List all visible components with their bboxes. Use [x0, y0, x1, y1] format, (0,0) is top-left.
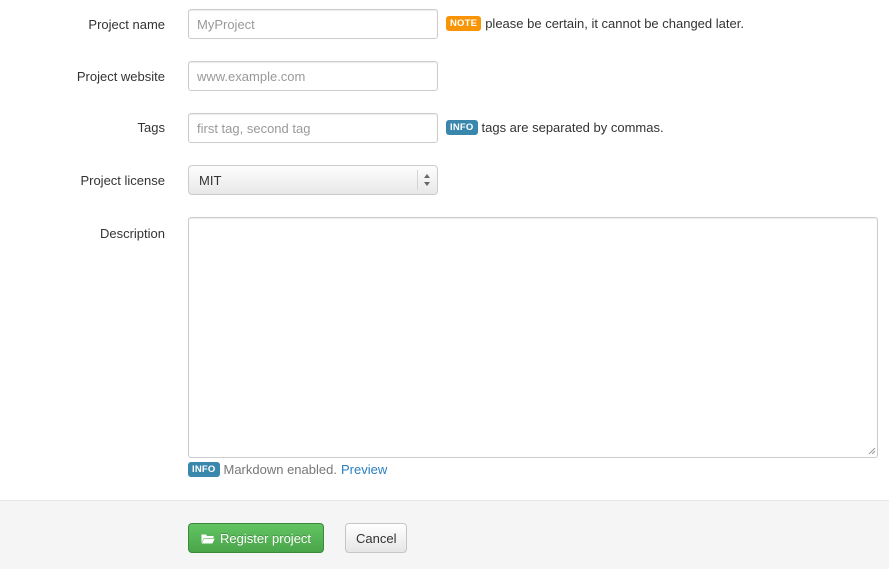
- cancel-button[interactable]: Cancel: [345, 523, 408, 553]
- description-label: Description: [99, 226, 165, 241]
- tags-label: Tags: [137, 120, 165, 135]
- form-actions: Register project Cancel: [0, 500, 889, 569]
- folder-open-icon: [201, 534, 215, 543]
- project-website-input[interactable]: [188, 61, 438, 91]
- register-project-label: Register project: [220, 530, 312, 546]
- register-project-button[interactable]: Register project: [188, 523, 325, 553]
- description-info-text: Markdown enabled.: [223, 462, 337, 477]
- tags-input[interactable]: [188, 113, 438, 143]
- info-badge: INFO: [446, 120, 478, 135]
- select-divider: [417, 170, 418, 190]
- preview-link[interactable]: Preview: [341, 462, 387, 477]
- note-badge: NOTE: [446, 16, 482, 31]
- project-license-selected: MIT: [199, 172, 222, 188]
- project-name-label: Project name: [88, 17, 165, 32]
- project-license-label: Project license: [80, 173, 165, 188]
- cancel-label: Cancel: [356, 530, 397, 546]
- project-website-label: Project website: [76, 69, 165, 84]
- project-name-input[interactable]: [188, 9, 438, 39]
- tags-info: INFO tags are separated by commas.: [446, 120, 664, 135]
- resize-grip-icon[interactable]: [868, 447, 876, 455]
- up-down-arrows-icon: [424, 174, 430, 186]
- project-license-select[interactable]: MIT: [188, 165, 438, 195]
- description-info: INFO Markdown enabled. Preview: [188, 462, 387, 477]
- project-name-note-text: please be certain, it cannot be changed …: [485, 16, 744, 31]
- tags-info-text: tags are separated by commas.: [481, 120, 664, 135]
- project-name-note: NOTE please be certain, it cannot be cha…: [446, 16, 744, 31]
- register-project-form: Project name NOTE please be certain, it …: [0, 0, 889, 569]
- description-textarea[interactable]: [188, 217, 878, 458]
- info-badge: INFO: [188, 462, 220, 477]
